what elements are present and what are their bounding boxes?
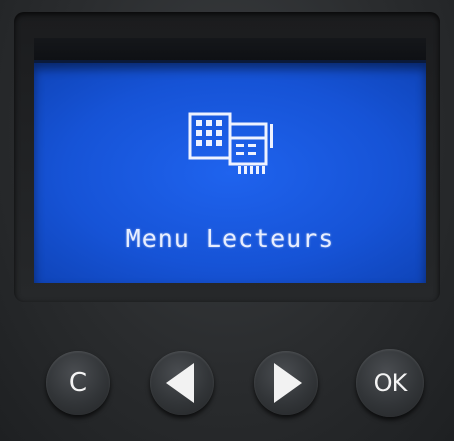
control-buttons: C OK [0, 335, 454, 435]
display-recess [34, 38, 426, 62]
left-button[interactable] [150, 351, 214, 415]
right-arrow-icon [274, 363, 302, 403]
menu-title: Menu Lecteurs [125, 224, 335, 253]
left-arrow-icon [166, 363, 194, 403]
ok-button-label: OK [373, 369, 408, 397]
device-panel: Menu Lecteurs C OK [0, 0, 454, 441]
right-button[interactable] [254, 351, 318, 415]
card-reader-icon [188, 112, 273, 174]
cancel-button[interactable]: C [46, 351, 110, 415]
cancel-button-label: C [68, 368, 88, 398]
ok-button[interactable]: OK [356, 349, 424, 417]
